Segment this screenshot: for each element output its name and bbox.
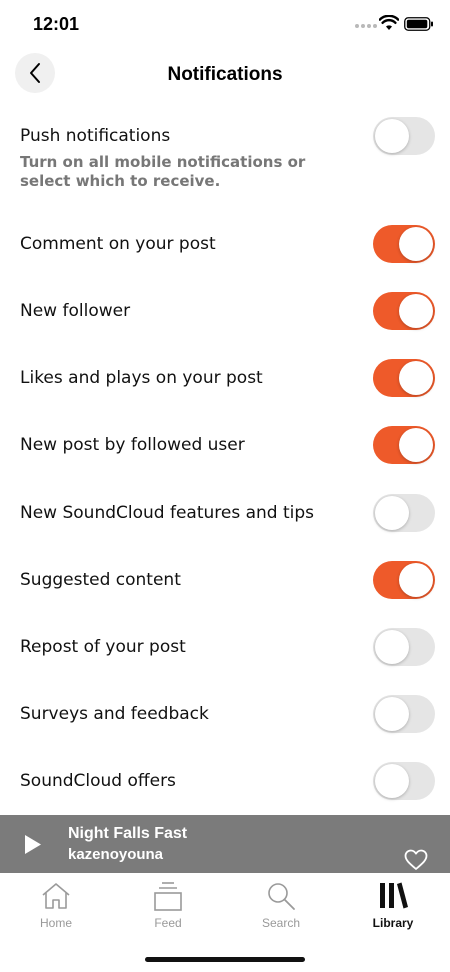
track-title: Night Falls Fast [68,825,188,842]
tab-feed[interactable]: Feed [112,873,224,933]
toggle-knob [375,630,409,664]
toggle-new-post-by-followed[interactable] [373,426,435,464]
mini-player[interactable]: Night Falls Fast kazenoyouna [0,815,450,873]
battery-icon [404,17,433,31]
tab-label: Feed [154,916,182,930]
signal-icon [355,24,377,28]
page-title: Notifications [167,64,283,85]
setting-label: Likes and plays on your post [20,368,263,388]
tab-library[interactable]: Library [337,873,449,933]
setting-label: New follower [20,301,131,321]
setting-label: Suggested content [20,570,181,590]
toggle-new-follower[interactable] [373,292,435,330]
toggle-comment-on-post[interactable] [373,225,435,263]
status-time: 12:01 [33,14,80,34]
status-bar: 12:01 [0,0,450,50]
push-notifications-description: Turn on all mobile notifications or sele… [20,153,306,190]
setting-label: Repost of your post [20,637,186,657]
track-artist: kazenoyouna [68,846,164,863]
toggle-knob [399,294,433,328]
toggle-soundcloud-offers[interactable] [373,762,435,800]
tab-label: Library [372,916,414,930]
home-indicator [145,957,305,962]
library-icon [380,882,408,909]
toggle-knob [375,764,409,798]
toggle-knob [399,563,433,597]
toggle-suggested-content[interactable] [373,561,435,599]
heart-icon[interactable] [404,849,428,871]
search-icon [268,883,295,910]
setting-label: SoundCloud offers [20,771,176,791]
tab-search[interactable]: Search [225,873,337,933]
tab-label: Home [39,916,72,930]
push-notifications-label: Push notifications [20,126,171,146]
setting-label: Comment on your post [20,234,216,254]
toggle-knob [399,227,433,261]
push-notifications-toggle[interactable] [373,117,435,155]
toggle-knob [375,697,409,731]
setting-label: New SoundCloud features and tips [20,503,315,523]
setting-label: New post by followed user [20,435,245,455]
feed-icon [154,882,182,911]
toggle-knob [375,119,409,153]
setting-label: Surveys and feedback [20,704,209,724]
home-icon [42,883,70,909]
toggle-likes-and-plays[interactable] [373,359,435,397]
tab-label: Search [261,916,301,930]
toggle-surveys-and-feedback[interactable] [373,695,435,733]
toggle-knob [399,361,433,395]
toggle-knob [399,428,433,462]
play-icon[interactable] [25,835,41,854]
toggle-features-and-tips[interactable] [373,494,435,532]
tab-home[interactable]: Home [0,873,112,933]
toggle-knob [375,496,409,530]
wifi-icon [379,15,399,30]
toggle-repost-of-post[interactable] [373,628,435,666]
